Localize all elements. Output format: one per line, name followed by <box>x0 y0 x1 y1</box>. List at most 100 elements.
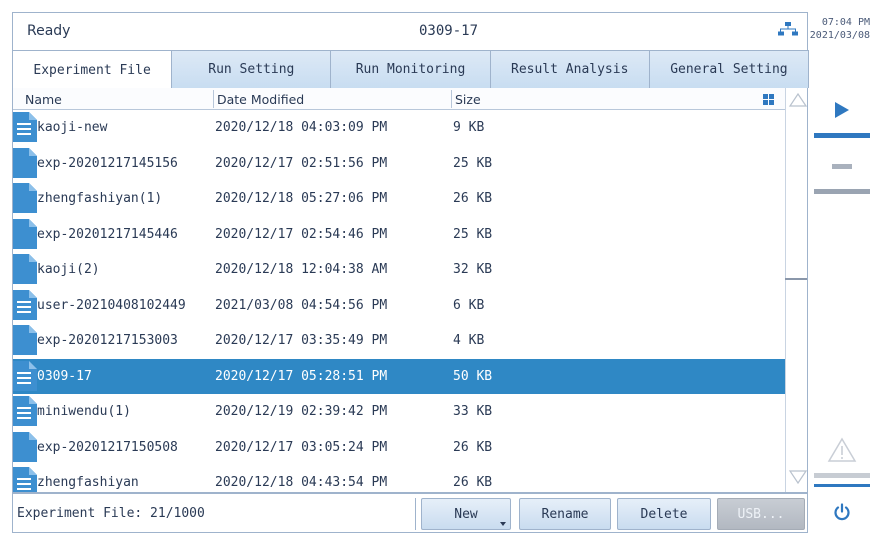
table-row[interactable]: user-20210408102449 2021/03/08 04:54:56 P… <box>13 288 785 324</box>
scroll-down-icon[interactable] <box>788 468 808 486</box>
file-size: 33 KB <box>453 404 493 419</box>
file-name: exp-20201217145156 <box>37 155 178 171</box>
new-button[interactable]: New <box>421 498 511 530</box>
clock-time: 07:04 PM <box>821 17 870 28</box>
power-button[interactable] <box>814 484 870 535</box>
table-row[interactable]: exp-20201217145156 2020/12/17 02:51:56 PM… <box>13 146 785 182</box>
rename-button-label: Rename <box>541 506 589 522</box>
document-lines-icon <box>13 360 37 391</box>
column-date-header[interactable]: Date Modified <box>217 92 304 107</box>
table-row[interactable]: exp-20201217153003 2020/12/17 03:35:49 PM… <box>13 323 785 359</box>
grid-view-icon[interactable] <box>763 94 774 105</box>
file-date: 2020/12/17 03:05:24 PM <box>215 439 388 455</box>
table-row[interactable]: exp-20201217150508 2020/12/17 03:05:24 PM… <box>13 430 785 466</box>
column-name-header[interactable]: Name <box>25 92 62 107</box>
file-size: 25 KB <box>453 226 493 242</box>
usb-button-label: USB... <box>737 506 785 522</box>
file-date: 2020/12/17 03:35:49 PM <box>215 333 388 348</box>
file-date: 2020/12/18 04:03:09 PM <box>215 120 388 135</box>
clock: 07:04 PM 2021/03/08 <box>808 16 870 42</box>
document-icon <box>13 431 37 462</box>
document-icon <box>13 254 37 284</box>
delete-button-label: Delete <box>640 506 688 522</box>
status-bar: Ready 0309-17 <box>12 12 808 50</box>
document-lines-icon <box>13 112 37 142</box>
column-divider[interactable] <box>451 90 452 108</box>
document-icon <box>13 183 37 213</box>
dropdown-caret-icon <box>500 522 506 526</box>
alarm-button[interactable] <box>814 426 870 478</box>
delete-button[interactable]: Delete <box>617 498 711 530</box>
run-button[interactable] <box>814 86 870 138</box>
main-tabs: Experiment File Run Setting Run Monitori… <box>12 50 810 89</box>
file-count: Experiment File: 21/1000 <box>17 506 205 521</box>
scroll-thumb[interactable] <box>785 112 807 280</box>
rename-button[interactable]: Rename <box>519 498 611 530</box>
scroll-up-icon[interactable] <box>788 91 808 109</box>
file-date: 2020/12/18 12:04:38 AM <box>215 262 388 277</box>
new-button-label: New <box>454 506 478 522</box>
footer-bar: Experiment File: 21/1000 New Rename Dele… <box>12 493 808 533</box>
file-name: zhengfashiyan(1) <box>37 191 163 206</box>
table-row[interactable]: zhengfashiyan 2020/12/18 04:43:54 PM 26 KB <box>13 465 785 492</box>
column-size-header[interactable]: Size <box>455 92 481 107</box>
network-icon <box>778 22 798 36</box>
file-size: 26 KB <box>453 439 493 455</box>
stop-button[interactable] <box>814 144 870 194</box>
document-icon <box>13 218 37 249</box>
tab-run-setting[interactable]: Run Setting <box>171 50 332 88</box>
table-row-selected[interactable]: 0309-17 2020/12/17 05:28:51 PM 50 KB <box>13 358 785 394</box>
tab-run-monitoring[interactable]: Run Monitoring <box>330 50 491 88</box>
power-icon <box>834 502 850 520</box>
file-size: 26 KB <box>453 475 493 490</box>
file-size: 50 KB <box>453 368 493 384</box>
column-header: Name Date Modified Size <box>13 88 785 110</box>
document-lines-icon <box>13 289 37 320</box>
status-text: Ready <box>27 23 71 39</box>
file-name: zhengfashiyan <box>37 475 139 490</box>
tab-experiment-file[interactable]: Experiment File <box>12 50 173 89</box>
scrollbar[interactable] <box>785 88 808 492</box>
file-size: 25 KB <box>453 155 493 171</box>
column-divider[interactable] <box>213 90 214 108</box>
file-date: 2020/12/18 04:43:54 PM <box>215 475 388 490</box>
file-name: exp-20201217145446 <box>37 226 178 242</box>
document-icon <box>13 147 37 178</box>
file-size: 6 KB <box>453 297 485 313</box>
clock-date: 2021/03/08 <box>809 30 870 41</box>
file-size: 32 KB <box>453 262 493 277</box>
file-size: 4 KB <box>453 333 485 348</box>
file-name: 0309-17 <box>37 368 92 384</box>
file-name: kaoji-new <box>37 120 108 135</box>
file-date: 2020/12/17 02:54:46 PM <box>215 226 388 242</box>
footer-divider <box>415 498 416 530</box>
usb-button[interactable]: USB... <box>717 498 805 530</box>
file-name: user-20210408102449 <box>37 297 186 313</box>
minus-icon <box>832 163 852 169</box>
file-name: exp-20201217153003 <box>37 333 178 348</box>
file-date: 2021/03/08 04:54:56 PM <box>215 297 388 313</box>
table-row[interactable]: kaoji-new 2020/12/18 04:03:09 PM 9 KB <box>13 110 785 146</box>
file-name: kaoji(2) <box>37 262 100 277</box>
file-date: 2020/12/19 02:39:42 PM <box>215 404 388 419</box>
file-date: 2020/12/17 02:51:56 PM <box>215 155 388 171</box>
page-title: 0309-17 <box>419 23 479 39</box>
document-lines-icon <box>13 396 37 426</box>
tab-general-setting[interactable]: General Setting <box>648 50 810 88</box>
warning-icon <box>827 437 857 462</box>
file-rows: kaoji-new 2020/12/18 04:03:09 PM 9 KB exp-2… <box>13 110 785 492</box>
document-lines-icon <box>13 467 37 492</box>
table-row[interactable]: kaoji(2) 2020/12/18 12:04:38 AM 32 KB <box>13 252 785 288</box>
document-icon <box>13 325 37 355</box>
table-row[interactable]: zhengfashiyan(1) 2020/12/18 05:27:06 PM 26… <box>13 181 785 217</box>
file-size: 26 KB <box>453 191 493 206</box>
table-row[interactable]: miniwendu(1) 2020/12/19 02:39:42 PM 33 KB <box>13 394 785 430</box>
file-date: 2020/12/18 05:27:06 PM <box>215 191 388 206</box>
file-name: exp-20201217150508 <box>37 439 178 455</box>
table-row[interactable]: exp-20201217145446 2020/12/17 02:54:46 PM… <box>13 217 785 253</box>
file-size: 9 KB <box>453 120 485 135</box>
file-list: Name Date Modified Size kaoji-new 2020/12… <box>12 88 808 493</box>
file-name: miniwendu(1) <box>37 404 131 419</box>
tab-result-analysis[interactable]: Result Analysis <box>489 50 650 88</box>
play-icon <box>835 101 849 118</box>
